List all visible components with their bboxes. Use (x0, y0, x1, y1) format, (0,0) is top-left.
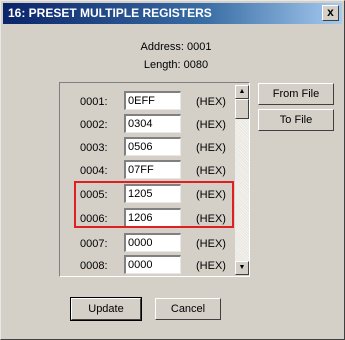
hex-unit-label: (HEX) (196, 142, 226, 154)
register-value-input[interactable]: 07FF (124, 160, 181, 179)
title-bar[interactable]: 16: PRESET MULTIPLE REGISTERS x (3, 3, 342, 24)
register-value-input[interactable]: 0000 (124, 233, 181, 252)
arrow-up-icon: ▲ (238, 88, 246, 95)
register-address: 0003: (80, 142, 108, 154)
update-button[interactable]: Update (70, 297, 142, 321)
register-row: 0008: 0000 (HEX) (60, 255, 240, 277)
register-address: 0008: (80, 260, 108, 272)
register-row: 0007: 0000 (HEX) (60, 233, 240, 255)
close-icon: x (327, 5, 334, 19)
scrollbar-thumb[interactable] (235, 99, 249, 119)
register-value-input[interactable]: 0304 (124, 114, 181, 133)
scroll-down-button[interactable]: ▼ (235, 261, 249, 275)
address-label: Address: 0001 (140, 41, 212, 53)
from-file-button[interactable]: From File (258, 83, 334, 105)
hex-unit-label: (HEX) (196, 96, 226, 108)
register-row: 0002: 0304 (HEX) (60, 114, 240, 136)
register-row: 0004: 07FF (HEX) (60, 160, 240, 182)
preset-registers-dialog: 16: PRESET MULTIPLE REGISTERS x Address:… (0, 0, 345, 340)
register-address: 0004: (80, 165, 108, 177)
register-value-input[interactable]: 0000 (124, 255, 181, 274)
cancel-button[interactable]: Cancel (155, 298, 221, 320)
scroll-up-button[interactable]: ▲ (235, 85, 249, 99)
register-row: 0001: 0EFF (HEX) (60, 91, 240, 113)
hex-unit-label: (HEX) (196, 260, 226, 272)
close-button[interactable]: x (322, 5, 339, 21)
register-list-panel: 0001: 0EFF (HEX) 0002: 0304 (HEX) 0003: … (59, 82, 250, 277)
register-address: 0007: (80, 238, 108, 250)
register-address: 0001: (80, 96, 108, 108)
register-value-input[interactable]: 0EFF (124, 91, 181, 110)
length-label: Length: 0080 (143, 59, 209, 71)
window-title: 16: PRESET MULTIPLE REGISTERS (8, 6, 212, 20)
hex-unit-label: (HEX) (196, 238, 226, 250)
arrow-down-icon: ▼ (238, 264, 246, 271)
vertical-scrollbar[interactable]: ▲ ▼ (235, 85, 249, 275)
highlight-annotation (74, 181, 234, 228)
to-file-button[interactable]: To File (258, 109, 334, 131)
register-value-input[interactable]: 0506 (124, 137, 181, 156)
hex-unit-label: (HEX) (196, 165, 226, 177)
register-row: 0003: 0506 (HEX) (60, 137, 240, 159)
register-address: 0002: (80, 119, 108, 131)
hex-unit-label: (HEX) (196, 119, 226, 131)
